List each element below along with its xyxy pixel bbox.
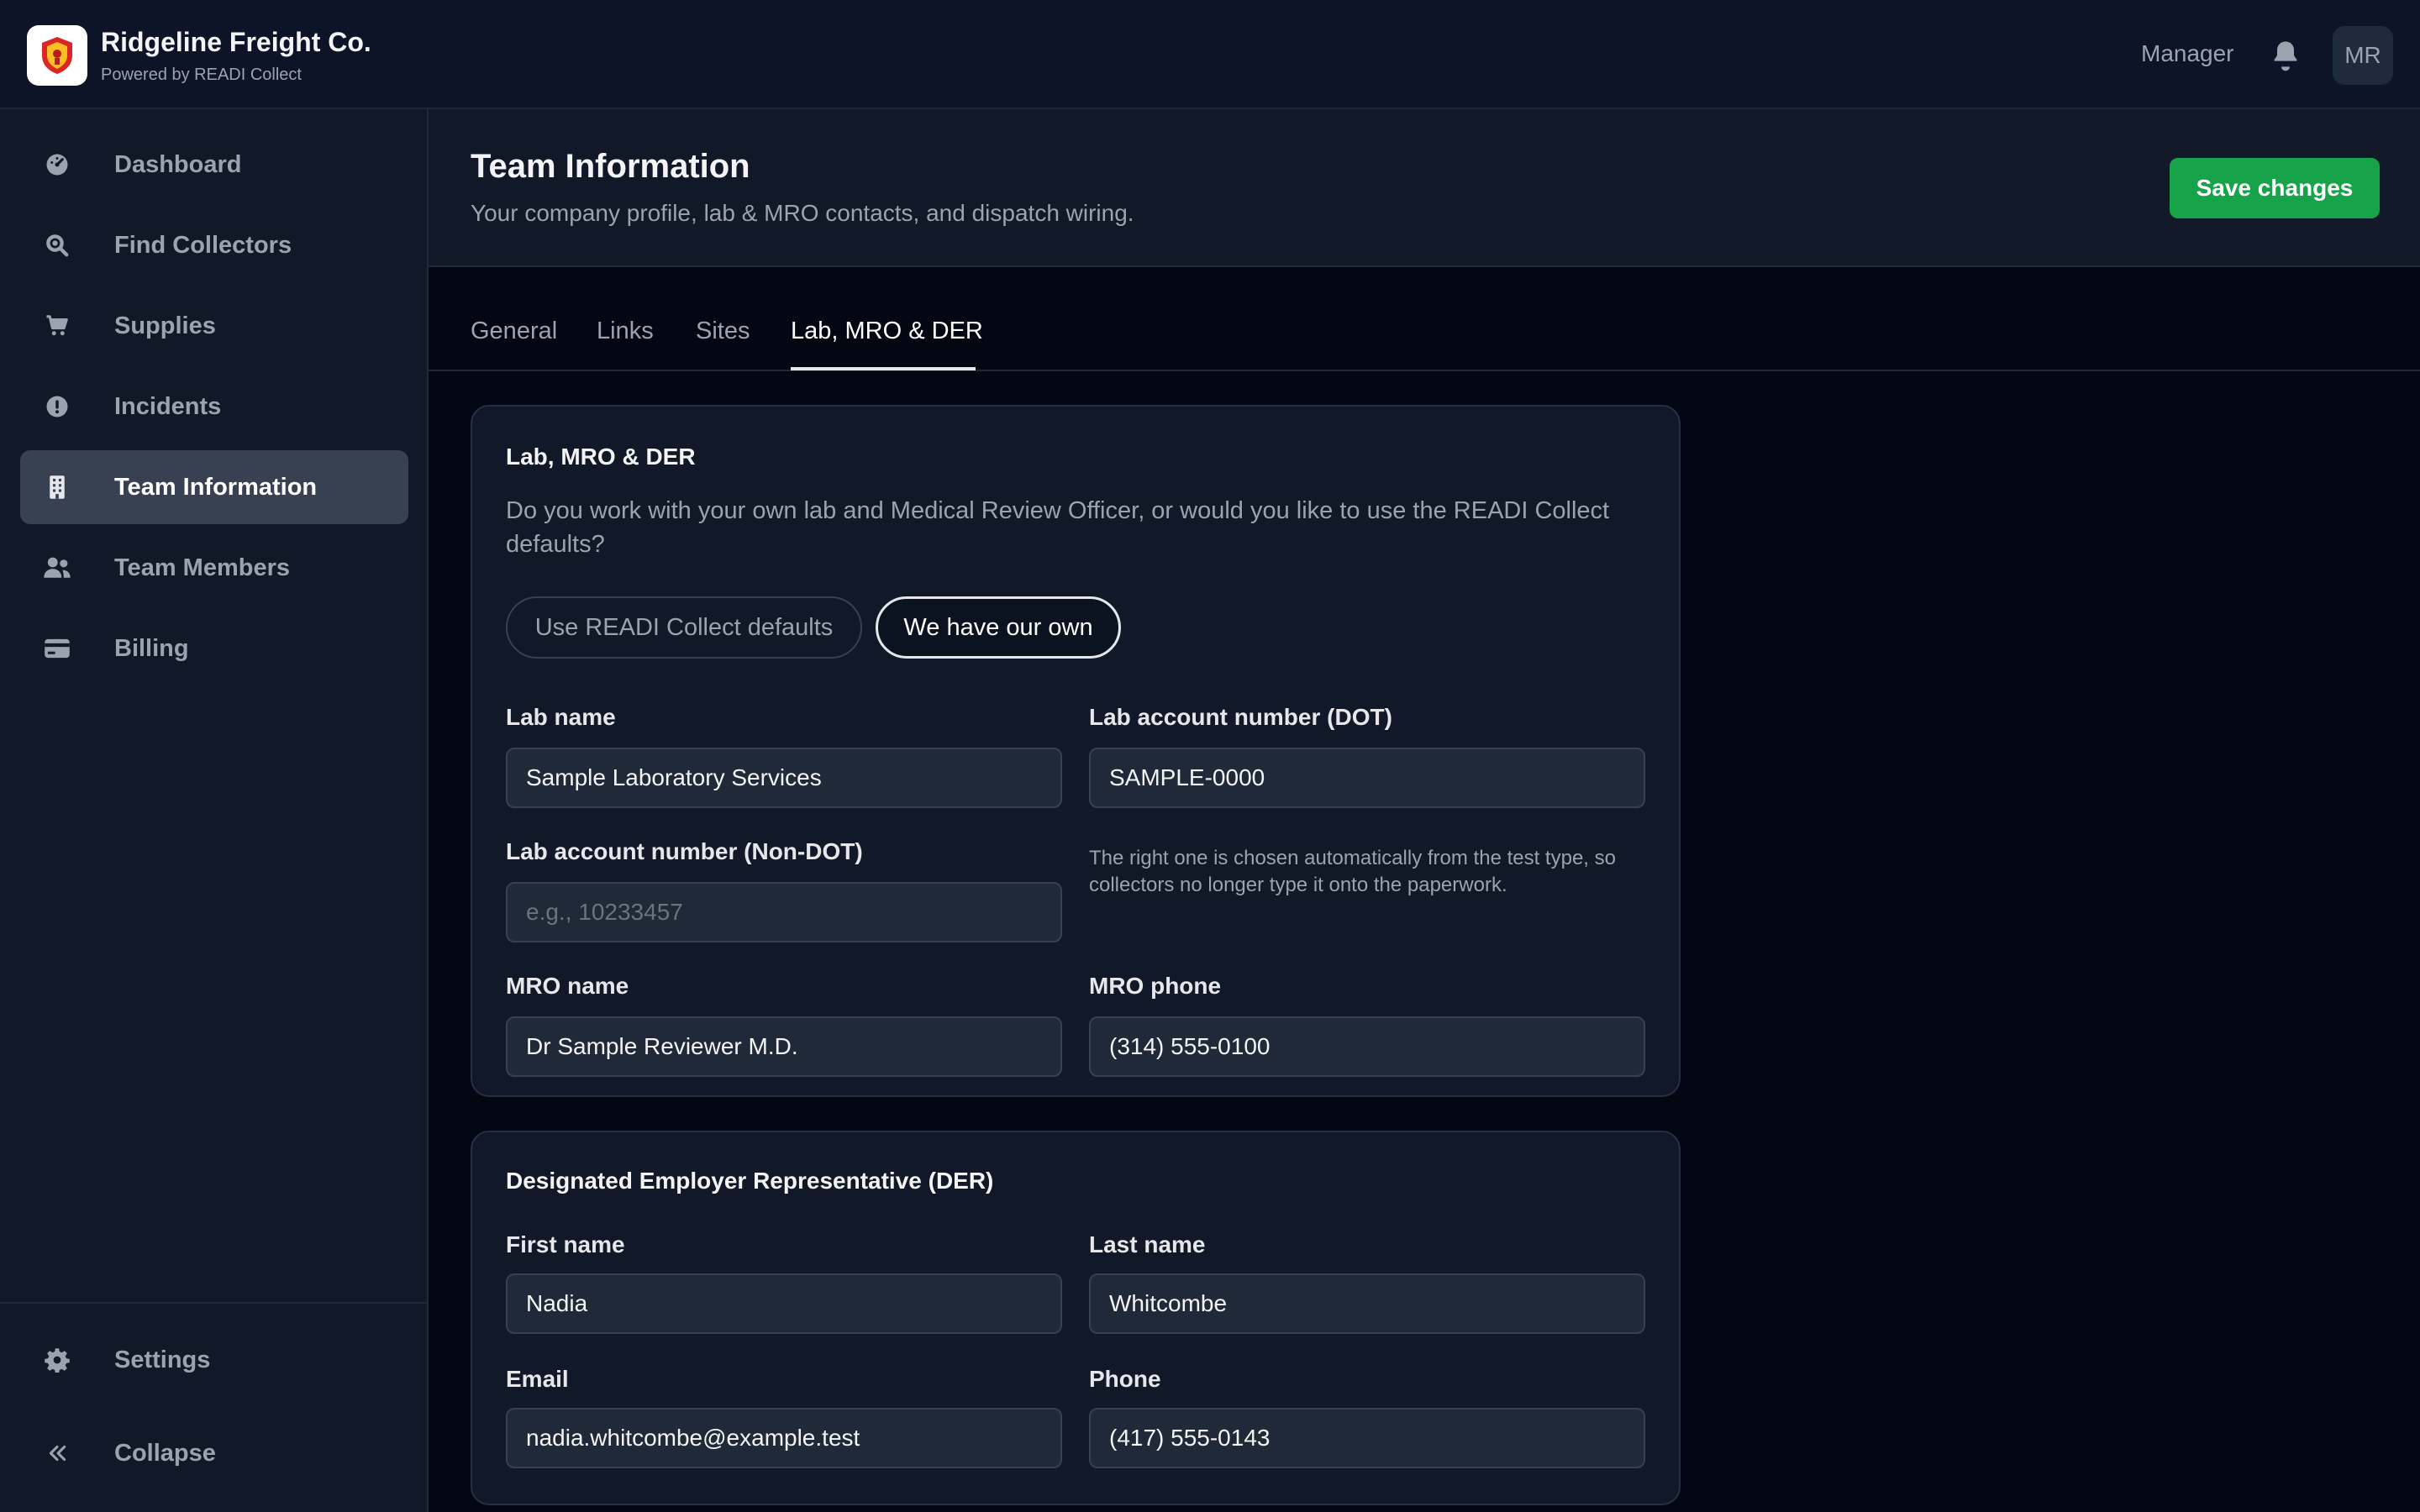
page-header: Team Information Your company profile, l… — [429, 109, 2420, 267]
sidebar-item-label: Incidents — [114, 392, 222, 420]
sidebar-item-team-information[interactable]: Team Information — [20, 450, 408, 524]
sidebar-item-label: Dashboard — [114, 150, 242, 178]
save-button[interactable]: Save changes — [2170, 158, 2380, 218]
mro-name-field[interactable] — [506, 1016, 1062, 1077]
bell-icon[interactable] — [2269, 39, 2302, 72]
credit-card-icon — [42, 633, 72, 664]
main-content: Team Information Your company profile, l… — [429, 109, 2420, 1512]
dashboard-icon — [42, 150, 72, 180]
top-bar: Ridgeline Freight Co. Powered by READI C… — [0, 0, 2420, 109]
sidebar-item-label: Settings — [114, 1346, 211, 1373]
tab-general[interactable]: General — [471, 318, 557, 345]
user-role: Manager — [2141, 40, 2234, 66]
sidebar: Dashboard Find Collectors Supplies Incid… — [0, 109, 429, 1512]
sidebar-item-settings[interactable]: Settings — [20, 1323, 408, 1397]
avatar[interactable]: MR — [2333, 26, 2393, 85]
active-tab-indicator — [791, 367, 976, 370]
phone-field[interactable] — [1089, 1408, 1645, 1468]
use-defaults-option[interactable]: Use READI Collect defaults — [506, 596, 862, 659]
alert-icon — [42, 391, 72, 422]
tab-sites[interactable]: Sites — [696, 318, 750, 345]
sidebar-item-find-collectors[interactable]: Find Collectors — [20, 208, 408, 282]
company-logo[interactable] — [27, 25, 87, 86]
search-icon — [42, 230, 72, 260]
card-title: Designated Employer Representative (DER) — [506, 1168, 994, 1194]
gear-icon — [42, 1345, 72, 1375]
tab-lab-mro-der[interactable]: Lab, MRO & DER — [791, 318, 983, 345]
tab-divider — [429, 370, 2420, 371]
chevrons-left-icon — [42, 1438, 72, 1468]
lab-name-field[interactable] — [506, 748, 1062, 808]
mro-name-label: MRO name — [506, 973, 629, 999]
sidebar-item-supplies[interactable]: Supplies — [20, 289, 408, 363]
users-icon — [42, 553, 72, 583]
sidebar-item-label: Supplies — [114, 312, 216, 339]
sidebar-item-label: Collapse — [114, 1439, 216, 1467]
first-name-label: First name — [506, 1231, 625, 1257]
lab-nondot-account-label: Lab account number (Non-DOT) — [506, 838, 863, 864]
lab-mro-card: Lab, MRO & DER Do you work with your own… — [471, 405, 1681, 1097]
sidebar-collapse-button[interactable]: Collapse — [20, 1416, 408, 1490]
email-field[interactable] — [506, 1408, 1062, 1468]
last-name-label: Last name — [1089, 1231, 1206, 1257]
sidebar-item-incidents[interactable]: Incidents — [20, 370, 408, 444]
mro-phone-label: MRO phone — [1089, 973, 1222, 999]
sidebar-item-dashboard[interactable]: Dashboard — [20, 128, 408, 202]
sidebar-item-billing[interactable]: Billing — [20, 612, 408, 685]
card-title: Lab, MRO & DER — [506, 444, 696, 470]
company-name: Ridgeline Freight Co. — [101, 27, 371, 57]
lab-dot-account-label: Lab account number (DOT) — [1089, 704, 1392, 730]
page-subtitle: Your company profile, lab & MRO contacts… — [471, 200, 1134, 226]
account-number-hint: The right one is chosen automatically fr… — [1089, 847, 1616, 896]
last-name-field[interactable] — [1089, 1273, 1645, 1334]
own-lab-option[interactable]: We have our own — [876, 596, 1121, 659]
tab-links[interactable]: Links — [597, 318, 654, 345]
first-name-field[interactable] — [506, 1273, 1062, 1334]
card-description: Do you work with your own lab and Medica… — [506, 497, 1610, 558]
lab-name-label: Lab name — [506, 704, 616, 730]
phone-label: Phone — [1089, 1366, 1161, 1392]
lab-nondot-account-field[interactable] — [506, 882, 1062, 942]
sidebar-item-label: Team Information — [114, 473, 318, 501]
building-icon — [42, 472, 72, 502]
page-title: Team Information — [471, 148, 750, 185]
der-card: Designated Employer Representative (DER)… — [471, 1131, 1681, 1505]
email-label: Email — [506, 1366, 569, 1392]
cart-icon — [42, 311, 72, 341]
sidebar-divider — [0, 1302, 427, 1304]
shield-logo-icon — [42, 37, 72, 74]
lab-dot-account-field[interactable] — [1089, 748, 1645, 808]
sidebar-item-label: Find Collectors — [114, 231, 292, 259]
powered-by: Powered by READI Collect — [101, 66, 302, 84]
mro-phone-field[interactable] — [1089, 1016, 1645, 1077]
sidebar-item-label: Team Members — [114, 554, 290, 581]
sidebar-item-team-members[interactable]: Team Members — [20, 531, 408, 605]
sidebar-item-label: Billing — [114, 634, 189, 662]
